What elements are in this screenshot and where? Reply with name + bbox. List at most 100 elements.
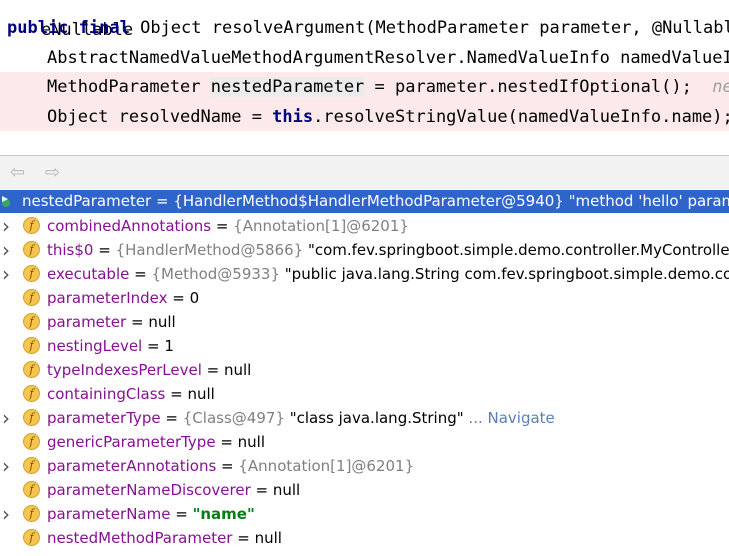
object-ref: {Method@5933} <box>151 265 280 283</box>
equals-sign: = <box>129 265 152 283</box>
field-value: null <box>237 433 266 451</box>
namedvalueinfo-text: AbstractNamedValueMethodArgumentResolver… <box>47 48 729 68</box>
field-value: 1 <box>164 337 174 355</box>
field-icon: f <box>23 241 40 258</box>
equals-sign: = <box>170 505 193 523</box>
equals-sign: = <box>216 457 239 475</box>
arrow-left-icon[interactable]: ⇦ <box>10 162 25 183</box>
field-icon: f <box>23 385 40 402</box>
root-value: {HandlerMethod$HandlerMethodParameter@59… <box>173 192 729 210</box>
nested-param-pre: MethodParameter <box>47 77 211 97</box>
signature-rest: Object resolveArgument(MethodParameter p… <box>129 18 729 38</box>
field-name: parameter <box>47 313 127 331</box>
field-icon: f <box>23 361 40 378</box>
field-icon: f <box>23 409 40 426</box>
field-icon: f <box>23 529 40 546</box>
equals-sign: = <box>232 529 255 547</box>
field-name: executable <box>47 265 130 283</box>
equals-sign: = <box>250 481 273 499</box>
equals-sign: = <box>201 361 224 379</box>
equals-sign: = <box>142 337 165 355</box>
equals-sign: = <box>167 289 190 307</box>
tree-row[interactable]: › f parameterAnnotations = {Annotation[1]@… <box>0 454 729 478</box>
field-value: null <box>254 529 282 547</box>
tree-row[interactable]: f nestedMethodParameter = null <box>0 526 729 550</box>
chevron-right-icon[interactable]: › <box>0 502 12 526</box>
equals-sign: = <box>211 217 234 235</box>
field-name: nestedMethodParameter <box>47 529 233 547</box>
field-value: null <box>148 313 176 331</box>
tree-row[interactable]: f parameterNameDiscoverer = null <box>0 478 729 502</box>
equals-sign: = <box>126 313 149 331</box>
field-value: null <box>272 481 301 499</box>
code-line-resolved-name: Object resolvedName = this.resolveString… <box>0 102 729 131</box>
equals-sign: = <box>215 433 238 451</box>
resolved-name-post: .resolveStringValue(namedValueInfo.name)… <box>313 107 729 127</box>
code-editor[interactable]: eNullable public final Object resolveArg… <box>0 0 729 131</box>
chevron-right-icon[interactable]: › <box>0 238 12 262</box>
field-icon: f <box>23 265 40 282</box>
chevron-right-icon[interactable]: › <box>0 262 12 286</box>
variables-tree[interactable]: nestedParameter = {HandlerMethod$Handler… <box>0 190 729 556</box>
inline-debug-hint: nestedP <box>712 77 729 97</box>
chevron-right-icon[interactable]: › <box>0 454 12 478</box>
tree-row[interactable]: › f parameterType = {Class@497} "class jav… <box>0 406 729 430</box>
arrow-right-icon[interactable]: ⇨ <box>45 162 60 183</box>
field-icon: f <box>23 217 40 234</box>
navigate-link[interactable]: ... Navigate <box>464 409 554 427</box>
keyword-final: final <box>78 18 130 38</box>
tree-row-root[interactable]: nestedParameter = {HandlerMethod$Handler… <box>0 190 729 213</box>
equals-sign: = <box>165 385 188 403</box>
watch-expand-icon[interactable] <box>0 194 18 209</box>
chevron-right-icon[interactable]: › <box>0 406 12 430</box>
equals-sign: = <box>93 241 116 259</box>
tree-row[interactable]: f nestingLevel = 1 <box>0 334 729 358</box>
object-ref: {HandlerMethod@5866} <box>115 241 304 259</box>
field-name: parameterIndex <box>47 289 168 307</box>
field-name: parameterType <box>47 409 161 427</box>
code-line-namedvalueinfo: AbstractNamedValueMethodArgumentResolver… <box>0 43 729 73</box>
tree-row[interactable]: › f parameterName = "name" <box>0 502 729 526</box>
field-icon: f <box>23 433 40 450</box>
string-value: "name" <box>192 505 255 523</box>
field-icon: f <box>23 337 40 354</box>
object-ref: {Annotation[1]@6201} <box>233 217 409 235</box>
field-icon: f <box>23 505 40 522</box>
tree-row[interactable]: f typeIndexesPerLevel = null <box>0 358 729 382</box>
tree-row[interactable]: f containingClass = null <box>0 382 729 406</box>
field-value: "public java.lang.String com.fev.springb… <box>284 265 729 283</box>
nested-param-var[interactable]: nestedParameter <box>210 77 365 97</box>
field-name: this$0 <box>47 241 94 259</box>
field-icon: f <box>23 289 40 306</box>
field-value: null <box>224 361 252 379</box>
field-value: null <box>187 385 215 403</box>
tree-row[interactable]: f parameter = null <box>0 310 729 334</box>
tree-row[interactable]: › f combinedAnnotations = {Annotation[1]@6… <box>0 214 729 238</box>
tree-row[interactable]: › f executable = {Method@5933} "public jav… <box>0 262 729 286</box>
keyword-public: public <box>7 18 69 38</box>
keyword-this: this <box>272 107 314 127</box>
field-name: combinedAnnotations <box>47 217 212 235</box>
nested-param-post: = parameter.nestedIfOptional(); <box>364 77 692 97</box>
chevron-right-icon[interactable]: › <box>0 214 12 238</box>
tree-row[interactable]: › f this$0 = {HandlerMethod@5866} "com.fev… <box>0 238 729 262</box>
object-ref: {Class@497} <box>182 409 285 427</box>
resolved-name-pre: Object resolvedName = <box>47 107 273 127</box>
equals-sign: = <box>160 409 183 427</box>
field-name: containingClass <box>47 385 166 403</box>
object-ref: {Annotation[1]@6201} <box>238 457 415 475</box>
debugger-toolbar: ⇦ ⇨ <box>0 156 729 189</box>
field-icon: f <box>23 457 40 474</box>
field-value: 0 <box>189 289 200 307</box>
field-icon: f <box>23 313 40 330</box>
tree-row[interactable]: f genericParameterType = null <box>0 430 729 454</box>
field-name: genericParameterType <box>47 433 216 451</box>
field-name: nestingLevel <box>47 337 143 355</box>
field-name: parameterAnnotations <box>47 457 217 475</box>
field-value: "class java.lang.String" <box>284 409 464 427</box>
field-value: "com.fev.springboot.simple.demo.controll… <box>307 241 729 259</box>
root-name: nestedParameter <box>22 192 152 210</box>
tree-row[interactable]: f parameterIndex = 0 <box>0 286 729 310</box>
field-name: parameterName <box>47 505 171 523</box>
code-line-signature: public final Object resolveArgument(Meth… <box>0 13 729 43</box>
